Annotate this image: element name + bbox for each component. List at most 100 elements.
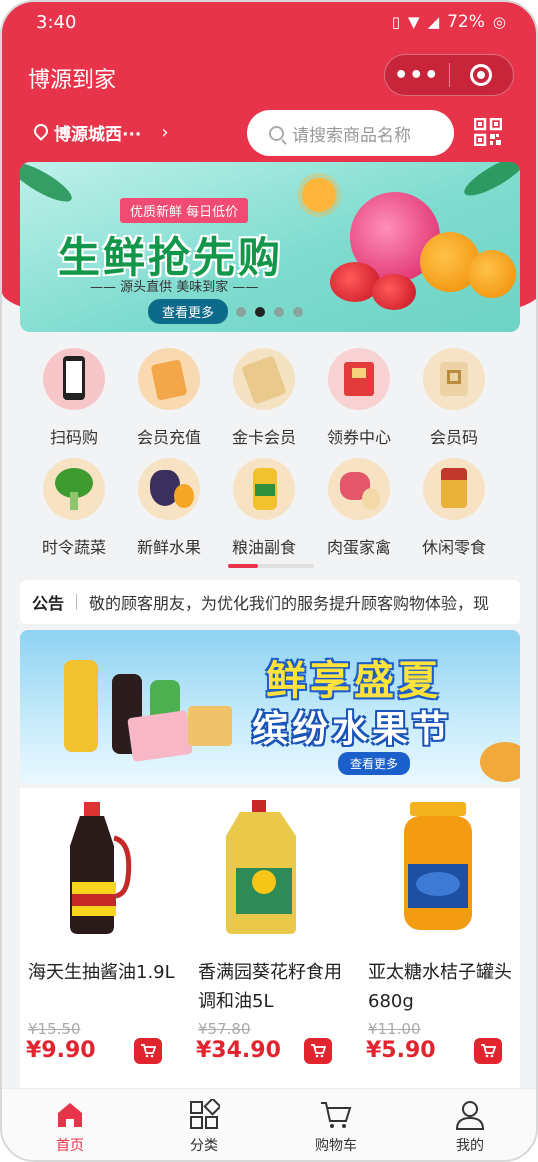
shortcut-scan-buy[interactable]: 扫码购 [27,348,121,448]
banner-tag: 优质新鲜 每日低价 [120,198,249,223]
shortcut-label: 粮油副食 [231,538,296,557]
tab-label: 我的 [456,1138,484,1154]
qr-code-icon[interactable] [474,118,502,146]
phone-frame: 3:40 ▯ ▼ ◢ 72% ◎ 博源到家 ••• 博源城西··· › 请搜索商… [0,0,538,1162]
shortcut-vegetables[interactable]: 时令蔬菜 [27,458,121,558]
shortcut-meat-eggs[interactable]: 肉蛋家禽 [312,458,406,558]
snack-pack-image [127,710,193,762]
mini-program-capsule: ••• [384,54,514,96]
oil-bottle-image [64,660,98,752]
add-to-cart-button[interactable] [134,1038,162,1064]
oil-bottle-icon [233,458,295,520]
promo-banner-summer[interactable]: 鲜享盛夏 缤纷水果节 查看更多 [20,630,520,784]
strawberry-image [372,274,416,310]
carousel-dot[interactable] [274,307,284,317]
shortcut-label: 时令蔬菜 [41,538,106,557]
more-button[interactable]: ••• [385,63,449,88]
shortcut-member-code[interactable]: 会员码 [407,348,501,448]
target-icon [470,64,493,86]
chevron-right-icon: › [161,122,169,143]
product-original-price: ¥15.50 [28,1020,81,1038]
grid-scroll-indicator [228,564,314,568]
shortcut-snacks[interactable]: 休闲零食 [407,458,501,558]
status-time: 3:40 [36,12,77,33]
shortcut-label: 新鲜水果 [136,538,201,557]
shortcut-recharge[interactable]: 会员充值 [122,348,216,448]
promo-banner-fresh[interactable]: 优质新鲜 每日低价 生鲜抢先购 —— 源头直供 美味到家 —— 查看更多 [20,162,520,332]
announcement-text: 敬的顾客朋友，为优化我们的服务提升顾客购物体验，现 [89,594,490,613]
shortcut-label: 休闲零食 [421,538,486,557]
product-image-soy-sauce [70,802,132,934]
shortcut-label: 会员码 [429,428,478,447]
category-icon [190,1099,220,1129]
shortcut-label: 会员充值 [136,428,201,447]
coupon-icon [328,348,390,410]
product-price: ¥5.90 [366,1038,436,1063]
cart-icon [141,1044,156,1058]
product-name: 香满园葵花籽食用调和油5L [198,962,342,1012]
bottom-tab-bar: 首页 分类 购物车 我的 [2,1088,536,1160]
add-to-cart-button[interactable] [474,1038,502,1064]
product-card[interactable]: 海天生抽酱油1.9L ¥15.50 ¥9.90 [20,788,190,1088]
battery-icon: ◎ [492,13,506,31]
recharge-card-icon [138,348,200,410]
announcement-bar[interactable]: 公告 敬的顾客朋友，为优化我们的服务提升顾客购物体验，现 [20,580,520,624]
product-card[interactable]: 香满园葵花籽食用调和油5L ¥57.80 ¥34.90 [190,788,360,1088]
signal-icon: ◢ [427,13,440,31]
product-image-sunflower-oil [226,800,296,934]
broccoli-icon [43,458,105,520]
status-bar: 3:40 ▯ ▼ ◢ 72% ◎ [2,2,536,46]
fruit-decoration [480,742,520,782]
store-selector[interactable]: 博源城西··· › [34,120,169,145]
product-price: ¥9.90 [26,1038,96,1063]
tab-label: 购物车 [315,1138,357,1154]
shopping-cart-icon [321,1102,352,1128]
location-pin-icon [34,124,48,142]
tab-home[interactable]: 首页 [30,1097,110,1155]
product-price: ¥34.90 [196,1038,281,1063]
shortcut-label: 领券中心 [326,428,391,447]
shortcut-grain-oil[interactable]: 粮油副食 [217,458,311,558]
product-card[interactable]: 亚太糖水桔子罐头680g ¥11.00 ¥5.90 [360,788,530,1088]
close-button[interactable] [450,64,514,86]
search-icon [269,125,284,141]
shortcut-label: 金卡会员 [231,428,296,447]
meat-icon [328,458,390,520]
orange-image [468,250,516,298]
product-list: 海天生抽酱油1.9L ¥15.50 ¥9.90 香满园葵花籽食用调和油5L ¥5… [20,788,520,1088]
home-icon [58,1103,82,1127]
shortcut-coupon-center[interactable]: 领券中心 [312,348,406,448]
wifi-icon: ▼ [408,13,420,31]
tab-label: 分类 [190,1138,218,1154]
snack-icon [423,458,485,520]
banner-subtitle: 缤纷水果节 [252,709,453,750]
tab-label: 首页 [56,1138,84,1154]
member-code-icon [423,348,485,410]
banner-more-button[interactable]: 查看更多 [338,752,411,775]
product-original-price: ¥57.80 [198,1020,251,1038]
product-name: 海天生抽酱油1.9L [28,962,175,983]
banner-more-button[interactable]: 查看更多 [148,299,229,324]
palm-leaf-decoration [459,162,520,203]
carousel-dot[interactable] [293,307,303,317]
add-to-cart-button[interactable] [304,1038,332,1064]
product-original-price: ¥11.00 [368,1020,421,1038]
carousel-dot-active[interactable] [255,307,265,317]
product-image-canned-orange [404,802,472,930]
nav-bar: 博源到家 ••• [2,50,536,102]
vip-card-icon [233,348,295,410]
location-search-bar: 博源城西··· › 请搜索商品名称 [2,108,536,158]
search-placeholder: 请搜索商品名称 [292,125,411,146]
shortcut-gold-vip[interactable]: 金卡会员 [217,348,311,448]
vibrate-icon: ▯ [391,13,401,31]
tab-cart[interactable]: 购物车 [296,1097,376,1155]
carousel-dot[interactable] [236,307,246,317]
shortcut-fruits[interactable]: 新鲜水果 [122,458,216,558]
cart-icon [481,1044,496,1058]
search-input[interactable]: 请搜索商品名称 [247,110,454,156]
app-title: 博源到家 [28,68,117,93]
grid-scroll-indicator-thumb [228,564,258,568]
tab-category[interactable]: 分类 [164,1097,244,1155]
tab-profile[interactable]: 我的 [430,1097,510,1155]
shortcut-label: 肉蛋家禽 [326,538,391,557]
